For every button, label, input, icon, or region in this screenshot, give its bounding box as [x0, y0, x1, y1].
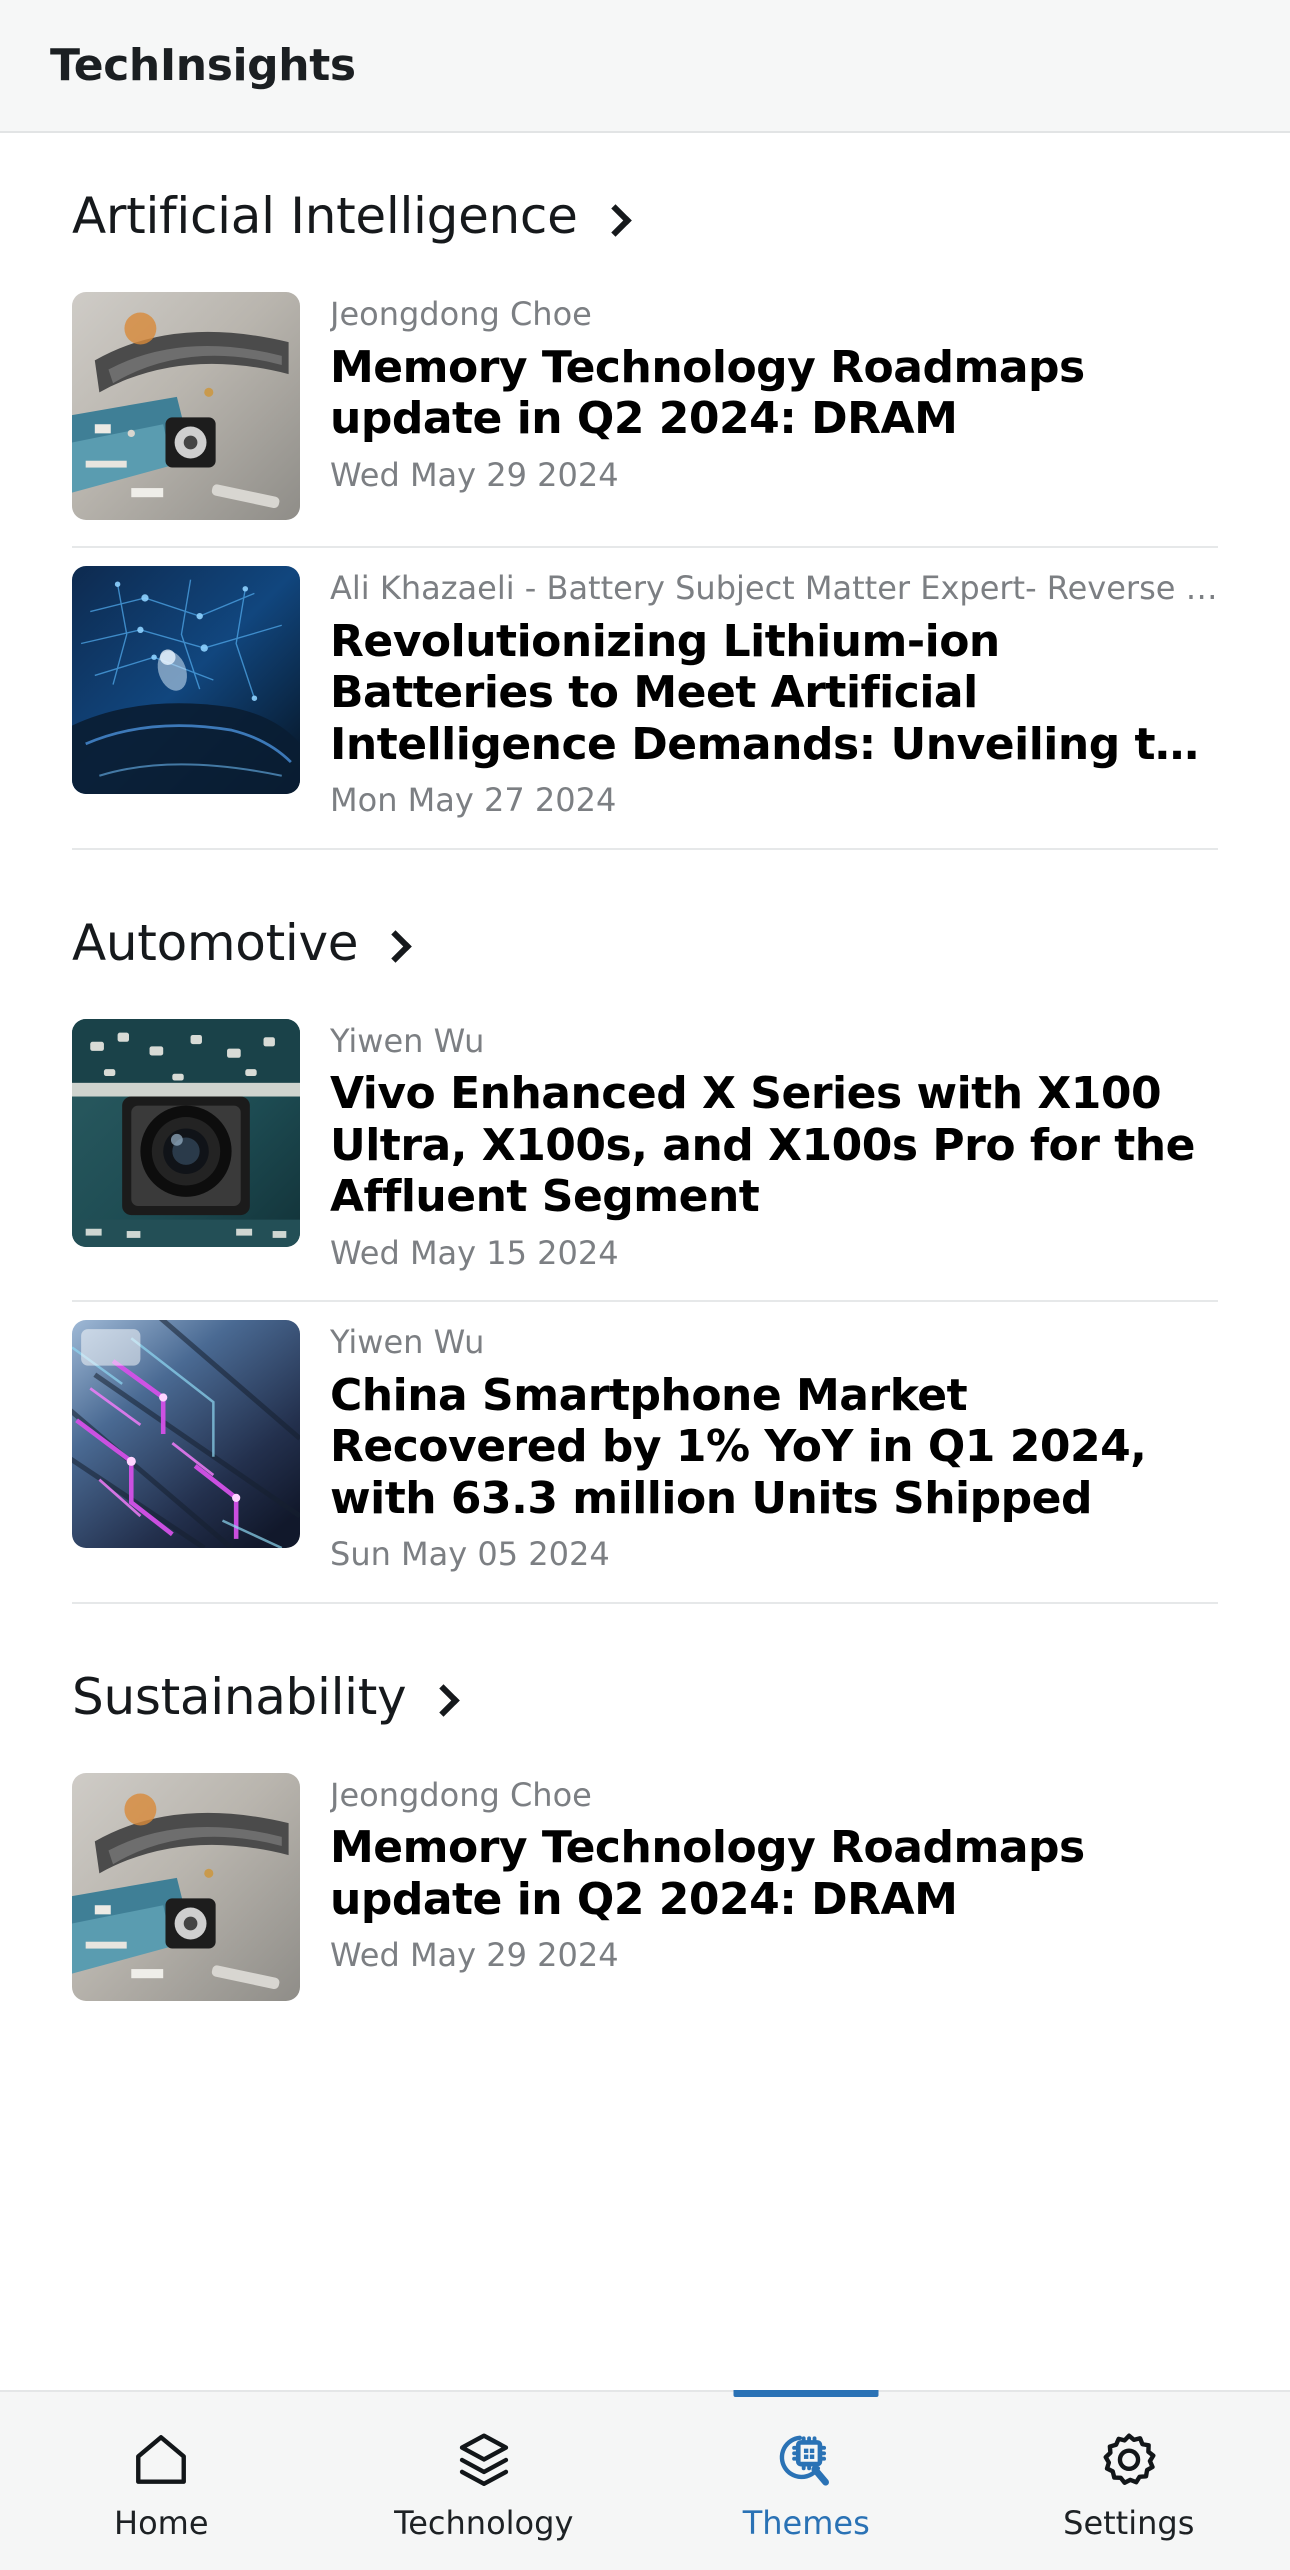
nav-item-technology[interactable]: Technology: [323, 2392, 646, 2570]
home-icon: [130, 2429, 192, 2491]
nav-label: Home: [114, 2504, 209, 2542]
article-author: Jeongdong Choe: [330, 295, 592, 333]
article-title[interactable]: Memory Technology Roadmaps update in Q2 …: [330, 1822, 1218, 1925]
article-title[interactable]: Revolutionizing Lithium-ion Batteries to…: [330, 616, 1218, 770]
section-title: Artificial Intelligence: [72, 187, 578, 245]
article-thumbnail: [72, 292, 300, 520]
article-title[interactable]: Vivo Enhanced X Series with X100 Ultra, …: [330, 1068, 1218, 1222]
article-card[interactable]: Jeongdong Choe Memory Technology Roadmap…: [72, 1755, 1218, 2027]
layers-icon: [453, 2429, 515, 2491]
nav-label: Settings: [1063, 2504, 1195, 2542]
section-header-automotive[interactable]: Automotive: [72, 854, 1218, 1001]
article-thumbnail: [72, 1018, 300, 1247]
article-date: Sun May 05 2024: [330, 1535, 610, 1574]
article-date: Wed May 29 2024: [330, 455, 619, 494]
chevron-right-icon[interactable]: [428, 1684, 458, 1714]
nav-item-themes[interactable]: Themes: [645, 2390, 968, 2570]
article-card[interactable]: Ali Khazaeli - Battery Subject Matter Ex…: [72, 548, 1218, 848]
section-title: Sustainability: [72, 1667, 407, 1726]
article-title[interactable]: China Smartphone Market Recovered by 1% …: [330, 1370, 1218, 1524]
article-date: Wed May 29 2024: [330, 1936, 619, 1975]
section-header-artificial-intelligence[interactable]: Artificial Intelligence: [72, 133, 1218, 274]
article-text: Jeongdong Choe Memory Technology Roadmap…: [330, 1773, 1218, 1977]
article-card[interactable]: Jeongdong Choe Memory Technology Roadmap…: [72, 274, 1218, 546]
article-author: Jeongdong Choe: [330, 1775, 592, 1814]
nav-item-home[interactable]: Home: [0, 2392, 323, 2570]
chip-search-icon: [775, 2429, 837, 2491]
section-header-sustainability[interactable]: Sustainability: [72, 1608, 1218, 1755]
article-author: Ali Khazaeli - Battery Subject Matter Ex…: [330, 569, 1218, 607]
section-artificial-intelligence: Artificial Intelligence Jeongdong Choe M…: [0, 133, 1290, 850]
article-title[interactable]: Memory Technology Roadmaps update in Q2 …: [330, 342, 1218, 445]
nav-label: Themes: [742, 2504, 870, 2542]
section-sustainability: Sustainability Jeongdong Choe Memory Tec…: [0, 1604, 1290, 2027]
article-date: Mon May 27 2024: [330, 781, 617, 819]
active-tab-indicator: [733, 2390, 879, 2397]
article-thumbnail: [72, 1772, 300, 2001]
article-text: Yiwen Wu Vivo Enhanced X Series with X10…: [330, 1019, 1218, 1275]
section-title: Automotive: [72, 913, 359, 972]
article-author: Yiwen Wu: [330, 1323, 485, 1362]
article-thumbnail: [72, 566, 300, 794]
nav-item-settings[interactable]: Settings: [968, 2392, 1290, 2570]
bottom-navigation: Home Technology Themes Settings: [0, 2390, 1290, 2570]
app-title: TechInsights: [50, 40, 356, 91]
article-date: Wed May 15 2024: [330, 1233, 619, 1272]
article-text: Ali Khazaeli - Battery Subject Matter Ex…: [330, 566, 1218, 822]
article-author: Yiwen Wu: [330, 1021, 485, 1060]
article-text: Jeongdong Choe Memory Technology Roadmap…: [330, 292, 1218, 496]
article-text: Yiwen Wu China Smartphone Market Recover…: [330, 1320, 1218, 1576]
chevron-right-icon[interactable]: [380, 930, 410, 960]
nav-label: Technology: [394, 2504, 574, 2542]
themes-list-scroll[interactable]: Artificial Intelligence Jeongdong Choe M…: [0, 133, 1290, 2390]
app-screen: TechInsights Artificial Intelligence Jeo…: [0, 0, 1290, 2570]
gear-icon: [1098, 2429, 1160, 2491]
article-thumbnail: [72, 1320, 300, 1549]
chevron-right-icon[interactable]: [600, 204, 630, 234]
section-automotive: Automotive Yiwen Wu Vivo Enhanced X Seri…: [0, 850, 1290, 1604]
article-card[interactable]: Yiwen Wu Vivo Enhanced X Series with X10…: [72, 1001, 1218, 1301]
article-card[interactable]: Yiwen Wu China Smartphone Market Recover…: [72, 1302, 1218, 1602]
app-bar: TechInsights: [0, 0, 1290, 133]
